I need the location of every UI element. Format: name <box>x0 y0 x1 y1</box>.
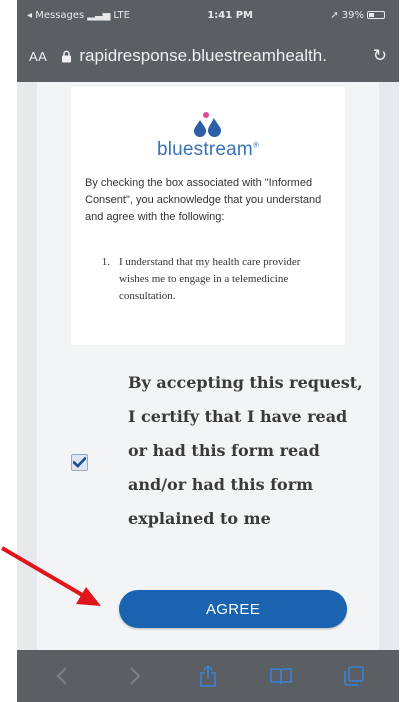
informed-consent-checkbox[interactable] <box>71 454 88 471</box>
certify-label: By accepting this request, I certify tha… <box>128 373 363 528</box>
status-time: 1:41 PM <box>207 9 253 21</box>
bookmarks-icon[interactable] <box>266 661 296 691</box>
certify-row: By accepting this request, I certify tha… <box>71 364 371 564</box>
back-icon[interactable] <box>47 661 77 691</box>
battery-percent: 39% <box>341 9 364 21</box>
consent-item-text: I understand that my health care provide… <box>119 256 301 302</box>
url-text[interactable]: rapidresponse.bluestreamhealth. <box>79 46 364 66</box>
consent-document[interactable]: bluestream® By checking the box associat… <box>71 87 345 345</box>
checkmark-icon <box>73 457 86 468</box>
consent-card: bluestream® By checking the box associat… <box>37 82 379 650</box>
status-right: ➚ 39% <box>330 10 385 21</box>
consent-item-number: 1. <box>101 256 110 268</box>
lock-icon <box>62 50 72 62</box>
signal-icon: ▂▃▅ <box>87 9 111 21</box>
status-left: ◂ Messages ▂▃▅ LTE <box>27 10 130 21</box>
text-size-button[interactable]: AA <box>29 49 47 64</box>
phone-screen: ◂ Messages ▂▃▅ LTE 1:41 PM ➚ 39% AA rapi… <box>17 0 399 702</box>
brand-trademark: ® <box>252 140 260 150</box>
brand-text: bluestream <box>156 139 253 160</box>
drops-logo-icon <box>194 112 221 137</box>
reload-icon[interactable]: ↻ <box>373 46 387 66</box>
battery-icon <box>367 11 385 19</box>
network-type: LTE <box>113 9 130 21</box>
agree-button[interactable]: AGREE <box>119 590 347 628</box>
page-content: bluestream® By checking the box associat… <box>17 82 399 650</box>
url-bar[interactable]: AA rapidresponse.bluestreamhealth. ↻ <box>17 30 399 82</box>
location-icon: ➚ <box>330 9 339 21</box>
share-icon[interactable] <box>193 661 223 691</box>
bluestream-logo: bluestream® <box>85 111 331 161</box>
consent-intro: By checking the box associated with "Inf… <box>85 177 322 223</box>
consent-item: 1. I understand that my health care prov… <box>85 254 331 305</box>
back-to-app-link[interactable]: ◂ Messages <box>27 10 84 21</box>
status-bar: ◂ Messages ▂▃▅ LTE 1:41 PM ➚ 39% <box>17 0 399 30</box>
brand-name: bluestream® <box>85 139 331 161</box>
forward-icon[interactable] <box>120 661 150 691</box>
tabs-icon[interactable] <box>339 661 369 691</box>
browser-toolbar <box>17 650 399 702</box>
